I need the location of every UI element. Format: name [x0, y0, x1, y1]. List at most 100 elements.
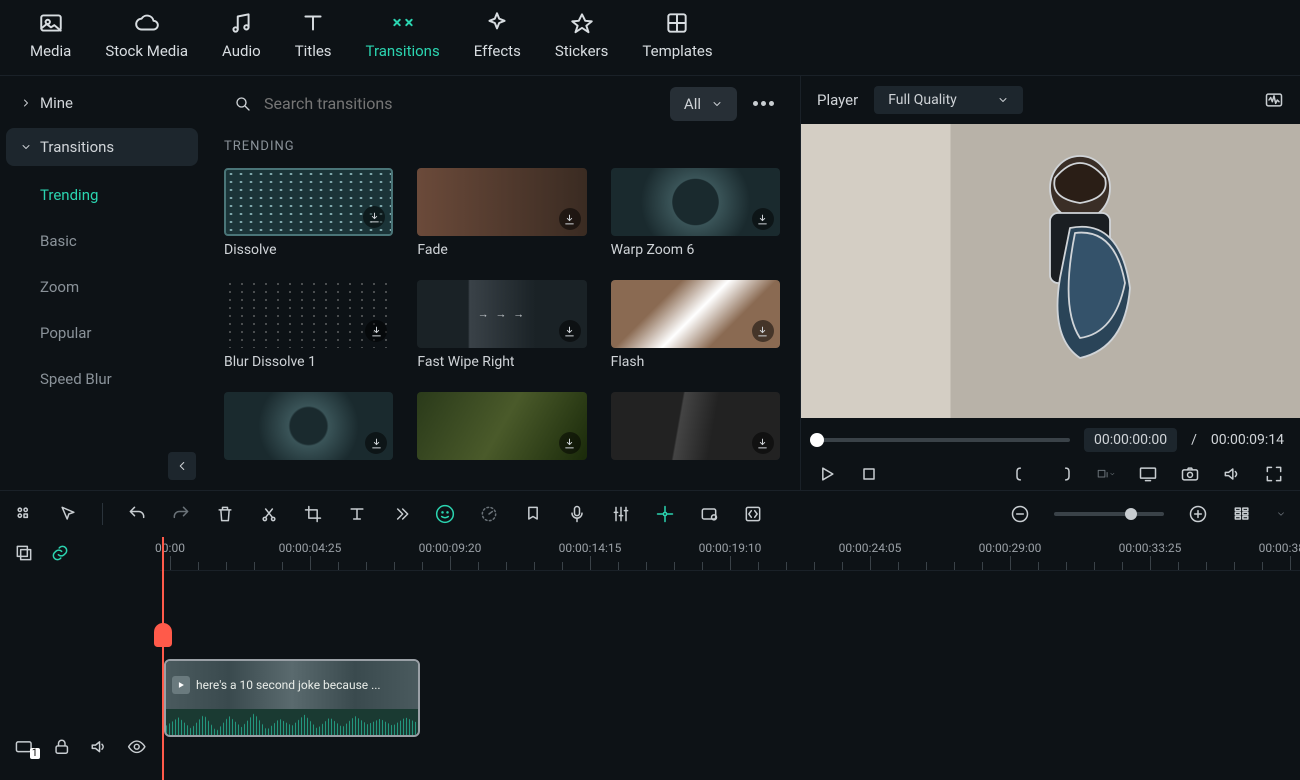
track-visibility-button[interactable]: [127, 737, 147, 757]
transition-thumb: [224, 392, 393, 460]
search-box[interactable]: [224, 86, 660, 121]
timeline-toolbar: [0, 491, 1300, 537]
timeline-clip[interactable]: here's a 10 second joke because ...: [164, 659, 420, 737]
tab-audio[interactable]: Audio: [222, 10, 261, 75]
mark-in-button[interactable]: [1012, 464, 1032, 484]
track-lock-button[interactable]: [52, 737, 72, 757]
download-icon[interactable]: [559, 432, 581, 454]
transition-card[interactable]: Dissolve: [224, 168, 393, 258]
sidebar-group-mine[interactable]: Mine: [6, 84, 198, 122]
transition-card[interactable]: Warp Zoom 6: [611, 168, 780, 258]
filter-dropdown[interactable]: All: [670, 87, 737, 121]
transition-label: Flash: [611, 354, 780, 370]
tab-titles[interactable]: Titles: [295, 10, 332, 75]
track-video-icon[interactable]: 1: [14, 737, 34, 757]
fullscreen-button[interactable]: [1264, 464, 1284, 484]
zoom-slider[interactable]: [1054, 512, 1164, 516]
sidebar-item-popular[interactable]: Popular: [40, 310, 198, 356]
stop-button[interactable]: [859, 464, 879, 484]
sidebar-item-speed-blur[interactable]: Speed Blur: [40, 356, 198, 402]
waveform-button[interactable]: [1264, 90, 1284, 110]
transition-card[interactable]: [224, 392, 393, 466]
timeline-ruler[interactable]: 00:0000:00:04:2500:00:09:2000:00:14:1500…: [160, 537, 1300, 571]
sidebar-item-basic[interactable]: Basic: [40, 218, 198, 264]
preview-content: [1000, 148, 1160, 418]
transition-card[interactable]: [417, 392, 586, 466]
preview-viewport[interactable]: [801, 124, 1300, 418]
search-input[interactable]: [264, 94, 650, 113]
tab-stock-media[interactable]: Stock Media: [105, 10, 188, 75]
zoom-in-button[interactable]: [1188, 504, 1208, 524]
speed-button[interactable]: [479, 504, 499, 524]
sidebar-item-trending[interactable]: Trending: [40, 172, 198, 218]
toggle-panel-button[interactable]: [14, 504, 34, 524]
download-icon[interactable]: [559, 320, 581, 342]
media-icon: [38, 10, 64, 36]
transition-thumb: [611, 168, 780, 236]
volume-button[interactable]: [1222, 464, 1242, 484]
seek-bar[interactable]: [817, 438, 1070, 442]
tab-effects[interactable]: Effects: [474, 10, 521, 75]
keyframe-button[interactable]: [655, 504, 675, 524]
split-button[interactable]: [259, 504, 279, 524]
marker-button[interactable]: [523, 504, 543, 524]
tab-stickers[interactable]: Stickers: [555, 10, 609, 75]
quality-select[interactable]: Full Quality: [874, 86, 1023, 114]
collapse-sidebar-button[interactable]: [168, 452, 196, 480]
sidebar-item-zoom[interactable]: Zoom: [40, 264, 198, 310]
download-icon[interactable]: [559, 208, 581, 230]
voiceover-button[interactable]: [567, 504, 587, 524]
tab-stock-label: Stock Media: [105, 42, 188, 60]
add-track-button[interactable]: [14, 543, 34, 563]
templates-icon: [664, 10, 690, 36]
tab-media[interactable]: Media: [30, 10, 71, 75]
text-tool-button[interactable]: [347, 504, 367, 524]
download-icon[interactable]: [365, 432, 387, 454]
sparkle-icon: [484, 10, 510, 36]
download-icon[interactable]: [752, 208, 774, 230]
render-button[interactable]: [699, 504, 719, 524]
tab-transitions[interactable]: Transitions: [366, 10, 440, 75]
zoom-out-button[interactable]: [1010, 504, 1030, 524]
more-options-button[interactable]: [747, 95, 780, 112]
filter-label: All: [684, 95, 701, 113]
transition-card[interactable]: Blur Dissolve 1: [224, 280, 393, 370]
redo-button[interactable]: [171, 504, 191, 524]
transition-label: Fast Wipe Right: [417, 354, 586, 370]
tab-templates[interactable]: Templates: [642, 10, 712, 75]
snapshot-button[interactable]: [1180, 464, 1200, 484]
link-button[interactable]: [50, 543, 70, 563]
undo-button[interactable]: [127, 504, 147, 524]
display-button[interactable]: [1138, 464, 1158, 484]
delete-button[interactable]: [215, 504, 235, 524]
download-icon[interactable]: [363, 206, 385, 228]
track-layout-button[interactable]: [1232, 504, 1252, 524]
download-icon[interactable]: [752, 432, 774, 454]
adjust-button[interactable]: [743, 504, 763, 524]
select-tool[interactable]: [58, 504, 78, 524]
clip-waveform: [166, 709, 418, 737]
ruler-label: 00:00: [155, 541, 185, 555]
download-icon[interactable]: [365, 320, 387, 342]
transition-card[interactable]: Fast Wipe Right: [417, 280, 586, 370]
mark-out-button[interactable]: [1054, 464, 1074, 484]
play-button[interactable]: [817, 464, 837, 484]
transition-card[interactable]: Fade: [417, 168, 586, 258]
ai-button[interactable]: [435, 504, 455, 524]
ruler-label: 00:00:19:10: [699, 541, 762, 555]
sidebar-group-transitions[interactable]: Transitions: [6, 128, 198, 166]
ratio-button[interactable]: [1096, 464, 1116, 484]
transition-label: Fade: [417, 242, 586, 258]
playhead[interactable]: [162, 537, 164, 780]
audio-mixer-button[interactable]: [611, 504, 631, 524]
top-tabs: Media Stock Media Audio Titles Transitio…: [0, 0, 1300, 76]
track-header-tools: [0, 537, 160, 571]
timeline-tracks[interactable]: here's a 10 second joke because ...: [160, 571, 1300, 773]
transition-label: Blur Dissolve 1: [224, 354, 393, 370]
crop-button[interactable]: [303, 504, 323, 524]
download-icon[interactable]: [752, 320, 774, 342]
transition-card[interactable]: Flash: [611, 280, 780, 370]
track-mute-button[interactable]: [89, 737, 109, 757]
transition-card[interactable]: [611, 392, 780, 466]
more-tools-button[interactable]: [391, 504, 411, 524]
